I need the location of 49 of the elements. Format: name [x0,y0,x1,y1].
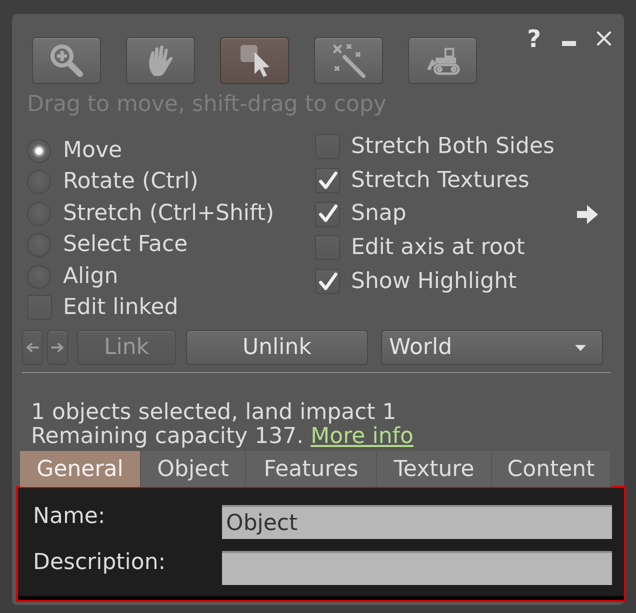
radio-button[interactable] [27,170,51,194]
checkbox-label[interactable]: Show Highlight [351,268,517,295]
right-arrow-icon [51,343,64,352]
checkbox-label[interactable]: Snap [351,201,406,228]
checkbox[interactable] [315,168,340,194]
radio-button[interactable] [27,202,51,226]
more-info-link[interactable]: More info [310,424,414,449]
tab[interactable]: Content [492,451,611,487]
radio-label[interactable]: Move [63,138,122,164]
text-field[interactable] [222,551,612,585]
radio-label[interactable]: Rotate (Ctrl) [63,169,198,196]
magic-wand-icon [332,44,366,78]
field-label: Name: [33,505,106,531]
radio-button[interactable] [27,233,51,258]
tool-button[interactable] [32,37,101,84]
radio-button[interactable] [27,264,51,289]
radio-label[interactable]: Select Face [63,232,188,258]
action-button[interactable]: Unlink [186,330,368,365]
checkbox[interactable] [315,202,340,227]
radio-label[interactable]: Align [63,264,118,290]
text-field[interactable]: Object [222,505,612,539]
checkbox-label[interactable]: Edit linked [63,294,178,321]
radio-label[interactable]: Stretch (Ctrl+Shift) [63,200,274,227]
tab[interactable]: Features [246,451,377,487]
tab[interactable]: General [20,451,141,487]
right-arrow-icon[interactable] [576,204,599,225]
radio-button[interactable] [27,138,51,163]
checkbox-label[interactable]: Edit axis at root [351,234,525,261]
caret-icon [575,344,586,350]
tab[interactable]: Object [141,451,246,487]
reference-dropdown[interactable]: World [381,330,603,365]
tab[interactable]: Texture [377,451,492,487]
tool-button[interactable] [314,37,383,84]
check-icon [316,270,338,293]
left-arrow-icon [26,343,39,352]
check-icon [316,170,338,192]
tool-button[interactable] [408,37,477,84]
checkbox-label[interactable]: Stretch Textures [351,168,530,194]
checkbox[interactable] [315,269,340,294]
field-label: Description: [33,551,167,577]
checkbox-label[interactable]: Stretch Both Sides [351,134,554,160]
pointer-icon [238,44,272,78]
tool-button[interactable] [220,37,289,84]
tool-button[interactable] [126,37,195,84]
capacity-text: Remaining capacity 137. More info [31,425,414,449]
zoom-in-icon [50,44,84,78]
close-icon[interactable] [596,31,612,46]
help-button[interactable]: ? [527,27,541,51]
selection-summary-text: 1 objects selected, land impact 1 [31,401,396,425]
